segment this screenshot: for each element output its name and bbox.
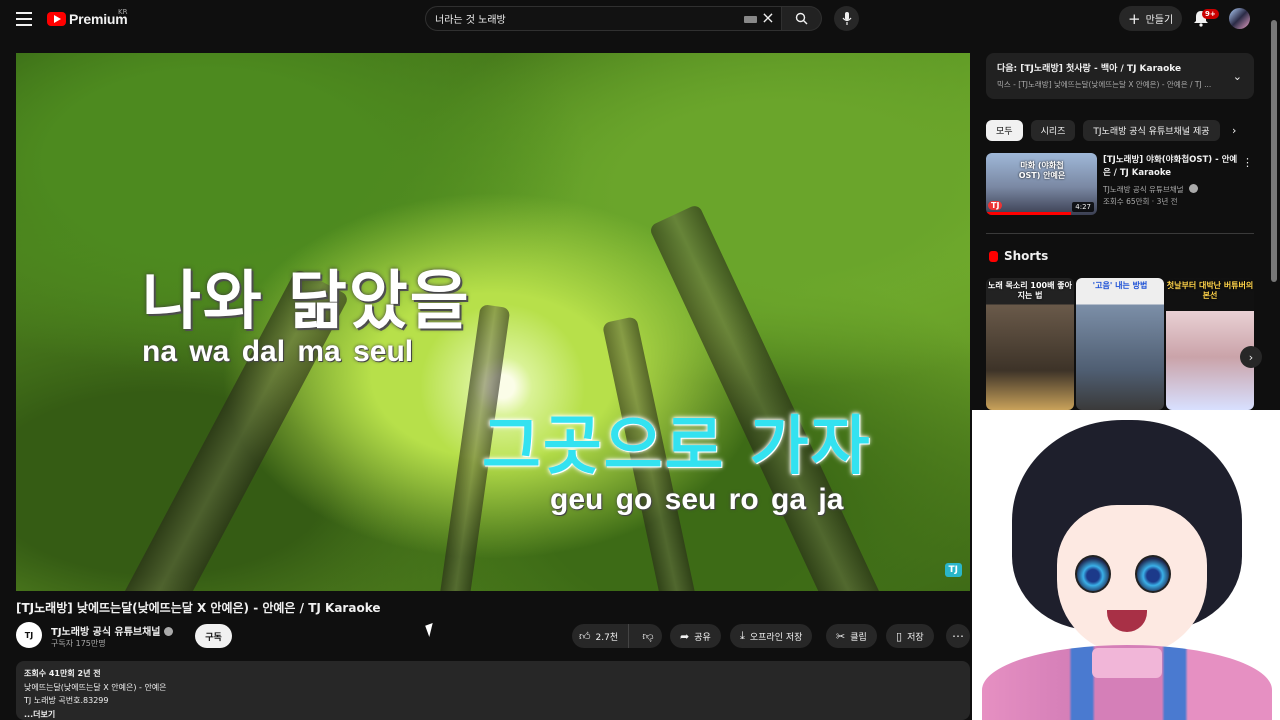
- short-title: 첫날부터 대박난 버튜버의 본선: [1166, 281, 1254, 300]
- plus-icon: +: [1128, 9, 1141, 28]
- download-icon: ⤓: [740, 629, 745, 642]
- verified-icon: [163, 627, 173, 636]
- video-player[interactable]: 나와 닮았을 na wa dal ma seul 그곳으로 가자 geu go …: [16, 53, 970, 591]
- voice-search-button[interactable]: [834, 6, 859, 31]
- top-bar: Premium KR × + 만들기 9+: [0, 0, 1280, 38]
- mouse-cursor-icon: [425, 622, 437, 638]
- search-input[interactable]: [435, 13, 735, 24]
- romanization-line-2: geu go seu ro ga ja: [550, 483, 844, 516]
- keyboard-icon[interactable]: [744, 16, 757, 23]
- video-title: [TJ노래방] 낮에뜨는달(낮에뜨는달 X 안예은) - 안예은 / TJ Ka…: [16, 601, 381, 615]
- recommended-channel-text: TJ노래방 공식 유튜브채널: [1103, 185, 1184, 194]
- description-line: 낮에뜨는달(낮에뜨는달 X 안예은) - 안예은: [24, 682, 167, 692]
- thumbnail-text: 마화 (야화첩 OST) 안예은: [1018, 161, 1066, 180]
- like-dislike-group: 👍︎ 2.7천 👎︎: [572, 624, 662, 648]
- recommended-meta: 조회수 65만회 · 3년 전: [1103, 197, 1178, 206]
- youtube-premium-logo[interactable]: Premium KR: [47, 8, 128, 27]
- search-button[interactable]: [782, 6, 822, 31]
- subscribe-button[interactable]: 구독: [195, 624, 232, 648]
- channel-avatar[interactable]: TJ: [16, 622, 42, 648]
- search-box: ×: [425, 6, 782, 31]
- section-divider: [986, 233, 1254, 234]
- next-up-title: 다음: [TJ노래방] 첫사랑 - 백아 / TJ Karaoke: [997, 64, 1182, 74]
- recommended-channel[interactable]: TJ노래방 공식 유튜브채널: [1103, 184, 1198, 195]
- dislike-button[interactable]: 👎︎: [634, 630, 662, 643]
- views-date: 조회수 41만회 2년 전: [24, 669, 101, 678]
- microphone-icon: [842, 12, 851, 25]
- short-item[interactable]: 노래 목소리 100배 좋아지는 법: [986, 278, 1074, 410]
- bookmark-icon: ▯: [896, 629, 903, 643]
- vtuber-avatar-overlay: [972, 410, 1280, 720]
- notification-badge: 9+: [1202, 9, 1219, 19]
- menu-icon[interactable]: [16, 12, 32, 26]
- filter-chips: 모두 시리즈 TJ노래방 공식 유튜브채널 제공: [986, 120, 1220, 141]
- youtube-play-icon: [47, 12, 66, 26]
- offline-label: 오프라인 저장: [749, 632, 803, 643]
- more-actions-icon[interactable]: ⋯: [946, 624, 970, 648]
- scrollbar[interactable]: [1271, 20, 1277, 282]
- chevron-down-icon[interactable]: ⌄: [1233, 70, 1242, 83]
- short-title: 노래 목소리 100배 좋아지는 법: [988, 281, 1072, 300]
- share-icon: ➦: [680, 629, 690, 643]
- save-label: 저장: [907, 632, 924, 643]
- show-more-link[interactable]: ...더보기: [24, 708, 962, 720]
- create-button[interactable]: + 만들기: [1119, 6, 1182, 31]
- chip-all[interactable]: 모두: [986, 120, 1023, 141]
- short-title: '고음' 내는 방법: [1092, 281, 1148, 290]
- account-avatar[interactable]: [1229, 8, 1250, 29]
- thumbs-up-icon: 👍︎: [579, 629, 591, 643]
- tj-watermark: TJ: [944, 563, 962, 577]
- description-line: TJ 노래방 곡번호.83299: [24, 696, 109, 705]
- scissors-icon: ✂: [836, 629, 846, 643]
- channel-name[interactable]: TJ노래방 공식 유튜브채널: [51, 623, 173, 638]
- share-label: 공유: [694, 632, 711, 643]
- shorts-label: Shorts: [1004, 249, 1049, 263]
- avatar-eye: [1135, 555, 1171, 593]
- like-count: 2.7천: [595, 632, 619, 643]
- clip-button[interactable]: ✂ 클립: [826, 624, 877, 648]
- thumbs-down-icon: 👎︎: [642, 629, 654, 643]
- short-item[interactable]: 첫날부터 대박난 버튜버의 본선: [1166, 278, 1254, 410]
- chip-provider[interactable]: TJ노래방 공식 유튜브채널 제공: [1083, 120, 1220, 141]
- next-up-panel[interactable]: 다음: [TJ노래방] 첫사랑 - 백아 / TJ Karaoke 믹스 - […: [986, 53, 1254, 99]
- offline-save-button[interactable]: ⤓ 오프라인 저장: [730, 624, 813, 648]
- subscriber-count: 구독자 175만명: [51, 639, 106, 648]
- shorts-heading: Shorts: [989, 249, 1048, 263]
- romanization-line-1: na wa dal ma seul: [142, 335, 414, 368]
- video-duration: 4:27: [1072, 202, 1094, 212]
- like-button[interactable]: 👍︎ 2.7천: [572, 624, 629, 648]
- shorts-icon: [989, 250, 998, 262]
- logo-region: KR: [118, 8, 128, 16]
- verified-icon: [1188, 184, 1198, 193]
- clip-label: 클립: [850, 632, 867, 643]
- lyric-line-2: 그곳으로 가자: [482, 410, 872, 484]
- kebab-menu-icon[interactable]: ⋮: [1242, 156, 1253, 169]
- chevron-right-icon[interactable]: ›: [1240, 346, 1262, 368]
- share-button[interactable]: ➦ 공유: [670, 624, 721, 648]
- chevron-right-icon[interactable]: ›: [1232, 124, 1236, 137]
- video-thumbnail[interactable]: 마화 (야화첩 OST) 안예은 TJ 4:27: [986, 153, 1097, 215]
- lyric-line-1: 나와 닮았을: [142, 265, 471, 339]
- avatar-collar: [1092, 648, 1162, 678]
- chip-series[interactable]: 시리즈: [1030, 120, 1076, 141]
- recommended-title[interactable]: [TJ노래방] 야화(야화첩OST) - 안예은 / TJ Karaoke: [1103, 154, 1243, 180]
- thumbnail-badge: TJ: [988, 201, 1003, 210]
- next-up-subtitle: 믹스 - [TJ노래방] 낮에뜨는달(낮에뜨는달 X 안예은) - 안예은 / …: [997, 80, 1212, 89]
- search-bar: ×: [425, 6, 822, 31]
- create-label: 만들기: [1145, 15, 1174, 26]
- search-icon: [795, 12, 808, 25]
- recommended-video[interactable]: 마화 (야화첩 OST) 안예은 TJ 4:27 [TJ노래방] 야화(야화첩O…: [986, 153, 1254, 215]
- description-box[interactable]: 조회수 41만회 2년 전 낮에뜨는달(낮에뜨는달 X 안예은) - 안예은 T…: [16, 661, 970, 720]
- channel-name-text: TJ노래방 공식 유튜브채널: [51, 627, 161, 638]
- avatar-eye: [1075, 555, 1111, 593]
- short-item[interactable]: '고음' 내는 방법: [1076, 278, 1164, 410]
- clear-search-icon[interactable]: ×: [760, 10, 776, 26]
- save-button[interactable]: ▯ 저장: [886, 624, 934, 648]
- watch-progress-bar: [986, 212, 1071, 215]
